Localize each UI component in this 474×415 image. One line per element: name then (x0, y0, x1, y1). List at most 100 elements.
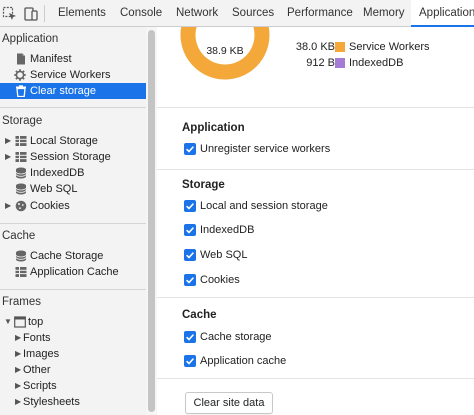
sidebar-item-label: Cache Storage (30, 250, 104, 262)
checkbox-checked-icon[interactable] (184, 249, 196, 261)
section-title-storage: Storage (182, 179, 225, 191)
storage-usage-total: 38.9 KB (206, 45, 243, 57)
toolbar-divider (44, 5, 45, 22)
option-label: Unregister service workers (200, 143, 331, 155)
sidebar-item-label: Stylesheets (23, 396, 80, 408)
legend-name: Service Workers (349, 41, 430, 53)
sidebar-section-frames: Frames (2, 296, 41, 308)
checkbox-checked-icon[interactable] (184, 355, 196, 367)
checkbox-checked-icon[interactable] (184, 331, 196, 343)
checkbox-checked-icon[interactable] (184, 274, 196, 286)
sidebar-item-local-storage[interactable]: ▶ Local Storage (0, 133, 146, 149)
section-title-cache: Cache (182, 309, 217, 321)
tab-sources[interactable]: Sources (232, 0, 274, 27)
sidebar-item-label: Cookies (30, 200, 70, 212)
sidebar-divider (0, 223, 146, 224)
section-title-application: Application (182, 122, 245, 134)
database-icon (15, 250, 27, 262)
sidebar-item-fonts[interactable]: ▶ Fonts (0, 330, 146, 346)
checkbox-checked-icon[interactable] (184, 143, 196, 155)
sidebar-item-label: Scripts (23, 380, 57, 392)
document-icon (15, 53, 27, 65)
collapse-arrow-icon[interactable]: ▼ (4, 314, 12, 330)
gear-icon (14, 69, 26, 81)
option-label: Application cache (200, 355, 287, 367)
sidebar-divider (0, 289, 146, 290)
option-label: Cookies (200, 274, 240, 286)
cookie-icon (15, 200, 27, 212)
sidebar-item-label: Local Storage (30, 135, 98, 147)
expand-arrow-icon[interactable]: ▶ (15, 330, 21, 346)
legend-value: 38.0 KB (295, 41, 335, 53)
sidebar: Application Manifest Service Workers Cle… (0, 27, 157, 415)
sidebar-item-clear-storage[interactable]: Clear storage (0, 83, 146, 99)
sidebar-item-frame-top[interactable]: ▼ top (0, 314, 146, 330)
option-label: IndexedDB (200, 224, 255, 236)
scrollbar-thumb[interactable] (148, 30, 155, 412)
tab-performance[interactable]: Performance (287, 0, 353, 27)
tab-memory[interactable]: Memory (363, 0, 405, 27)
sidebar-item-label: Clear storage (30, 85, 97, 97)
option-label: Cache storage (200, 331, 272, 343)
tab-network[interactable]: Network (176, 0, 218, 27)
sidebar-item-stylesheets[interactable]: ▶ Stylesheets (0, 394, 146, 410)
database-icon (15, 183, 27, 195)
expand-arrow-icon[interactable]: ▶ (5, 149, 11, 165)
expand-arrow-icon[interactable]: ▶ (5, 133, 11, 149)
sidebar-item-scripts[interactable]: ▶ Scripts (0, 378, 146, 394)
sidebar-item-label: Fonts (23, 332, 51, 344)
sidebar-item-session-storage[interactable]: ▶ Session Storage (0, 149, 146, 165)
expand-arrow-icon[interactable]: ▶ (15, 394, 21, 410)
sidebar-item-cookies[interactable]: ▶ Cookies (0, 198, 146, 214)
sidebar-item-service-workers[interactable]: Service Workers (0, 67, 146, 83)
table-icon (15, 266, 27, 278)
sidebar-item-manifest[interactable]: Manifest (0, 51, 146, 67)
legend-name: IndexedDB (349, 57, 404, 69)
option-label: Local and session storage (200, 200, 328, 212)
inspect-element-icon[interactable] (2, 6, 18, 22)
sidebar-item-label: Session Storage (30, 151, 111, 163)
section-divider (157, 107, 474, 108)
sidebar-item-application-cache[interactable]: Application Cache (0, 264, 146, 280)
sidebar-section-application: Application (2, 33, 59, 45)
sidebar-item-label: Web SQL (30, 183, 78, 195)
tab-console[interactable]: Console (120, 0, 162, 27)
sidebar-item-label: IndexedDB (30, 167, 85, 179)
checkbox-checked-icon[interactable] (184, 224, 196, 236)
section-divider (157, 297, 474, 298)
sidebar-scrollbar[interactable] (146, 27, 157, 415)
clear-storage-panel: 38.9 KB 38.0 KB Service Workers 912 B In… (157, 27, 474, 415)
table-icon (15, 151, 27, 163)
sidebar-item-label: Manifest (30, 53, 72, 65)
sidebar-item-cache-storage[interactable]: Cache Storage (0, 248, 146, 264)
legend-swatch-indexeddb (335, 58, 345, 68)
tab-application[interactable]: Application (411, 0, 474, 27)
section-divider (157, 169, 474, 170)
device-toolbar-icon[interactable] (23, 6, 39, 22)
storage-usage-donut-chart: 38.9 KB (180, 27, 270, 80)
sidebar-item-label: Images (23, 348, 60, 360)
sidebar-item-label: Other (23, 364, 51, 376)
sidebar-item-images[interactable]: ▶ Images (0, 346, 146, 362)
expand-arrow-icon[interactable]: ▶ (5, 198, 11, 214)
clear-site-data-button[interactable]: Clear site data (185, 392, 273, 414)
sidebar-divider (0, 107, 146, 108)
database-icon (15, 167, 27, 179)
expand-arrow-icon[interactable]: ▶ (15, 378, 21, 394)
section-divider (157, 378, 474, 379)
tab-elements[interactable]: Elements (58, 0, 106, 27)
expand-arrow-icon[interactable]: ▶ (15, 346, 21, 362)
frame-icon (14, 316, 26, 328)
checkbox-checked-icon[interactable] (184, 200, 196, 212)
sidebar-item-indexeddb[interactable]: IndexedDB (0, 165, 146, 181)
trash-icon (15, 85, 27, 98)
legend-value: 912 B (306, 57, 335, 69)
table-icon (15, 135, 27, 147)
expand-arrow-icon[interactable]: ▶ (15, 362, 21, 378)
option-label: Web SQL (200, 249, 248, 261)
sidebar-item-label: Service Workers (30, 69, 111, 81)
legend-swatch-service-workers (335, 42, 345, 52)
sidebar-item-web-sql[interactable]: Web SQL (0, 181, 146, 197)
sidebar-section-cache: Cache (2, 230, 36, 242)
sidebar-item-other[interactable]: ▶ Other (0, 362, 146, 378)
